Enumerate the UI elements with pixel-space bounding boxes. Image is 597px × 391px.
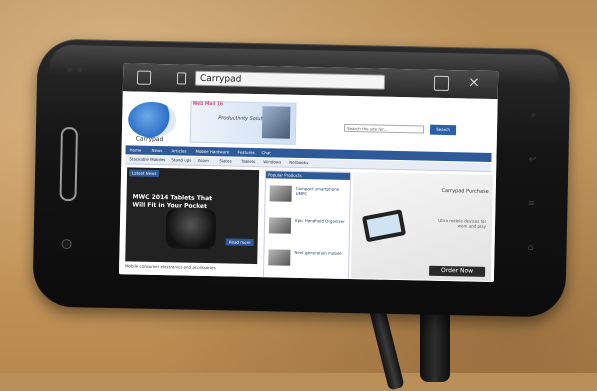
ad-device-screen — [366, 213, 402, 238]
nav-item[interactable]: Features — [237, 148, 254, 157]
site-search-button[interactable]: Search — [429, 124, 457, 136]
tabs-icon[interactable] — [433, 75, 450, 92]
close-icon[interactable]: × — [468, 74, 480, 90]
site-search-input[interactable]: Search the site for... — [343, 123, 425, 134]
back-key-icon[interactable]: ↩ — [527, 155, 537, 165]
ad-device-image — [361, 209, 407, 243]
page-icon — [176, 72, 187, 85]
nav-item[interactable]: Chat — [261, 148, 271, 157]
nav-item[interactable]: Mobile Hardware — [195, 147, 229, 157]
menu-key-icon[interactable]: ≡ — [526, 199, 536, 209]
site-logo-text: Carrypad — [135, 135, 164, 144]
nav-item[interactable]: Articles — [171, 146, 186, 155]
subnav-item[interactable]: Netbooks — [289, 159, 308, 167]
ad-title: Carrypad Purchase — [441, 187, 489, 195]
browser-back-icon[interactable] — [136, 70, 152, 85]
subnav-item[interactable]: Stand ups — [171, 156, 191, 164]
phone-sensor — [77, 67, 83, 73]
feature-tag: Latest News — [128, 169, 160, 178]
phone-device: ⌕ ↩ ≡ ⌂ Carrypad × Carrypad Web Mail 16 … — [32, 38, 571, 318]
read-more-button[interactable]: Read more — [225, 238, 254, 247]
product-thumb[interactable] — [268, 217, 292, 234]
site-logo-icon[interactable] — [127, 101, 177, 139]
hardware-keys: ⌕ ↩ ≡ ⌂ — [519, 107, 546, 257]
web-page: Carrypad Web Mail 16 Productivity Soluti… — [118, 91, 498, 283]
feature-story[interactable]: Latest News MWC 2014 Tablets That Will F… — [125, 167, 260, 265]
ad-subtitle: Ultra mobile devices for work and play — [438, 217, 487, 229]
subnav-item[interactable]: Windows — [263, 158, 281, 166]
product-link[interactable]: Next generation mobile — [294, 250, 344, 256]
subnav-item[interactable]: Stackable Mobiles — [129, 155, 165, 164]
banner-image — [261, 106, 291, 139]
url-bar[interactable]: Carrypad — [194, 70, 386, 90]
product-thumb[interactable] — [269, 185, 292, 202]
product-thumb[interactable] — [268, 249, 291, 266]
product-link[interactable]: Compact smartphone UMPC — [296, 186, 346, 197]
nav-item[interactable]: Home — [129, 145, 141, 154]
subnav-item[interactable]: Tablets — [241, 158, 255, 166]
product-link[interactable]: Epic Handheld Organizer — [295, 218, 345, 224]
home-key-icon[interactable]: ⌂ — [525, 243, 535, 253]
products-heading: Popular Products — [265, 171, 351, 181]
nav-item[interactable]: News — [151, 146, 162, 155]
phone-camera — [61, 238, 72, 250]
phone-screen: Carrypad × Carrypad Web Mail 16 Producti… — [118, 63, 499, 283]
search-key-icon[interactable]: ⌕ — [528, 111, 538, 121]
order-now-button[interactable]: Order Now — [428, 265, 486, 277]
feature-title[interactable]: MWC 2014 Tablets That Will Fit in Your P… — [132, 193, 212, 211]
feature-image — [165, 208, 217, 250]
phone-sensor — [67, 67, 73, 73]
advertisement[interactable]: Carrypad Purchase Ultra mobile devices f… — [350, 172, 494, 281]
feature-caption: Mobile consumer electronics and accessor… — [125, 263, 216, 271]
home-button[interactable] — [59, 126, 79, 202]
subnav-item[interactable]: Xoom — [197, 157, 209, 165]
banner-tag: Web Mail 16 — [192, 100, 224, 108]
subnav-item[interactable]: Slates — [219, 157, 231, 165]
products-column: Popular Products Compact smartphone UMPC… — [262, 170, 352, 281]
